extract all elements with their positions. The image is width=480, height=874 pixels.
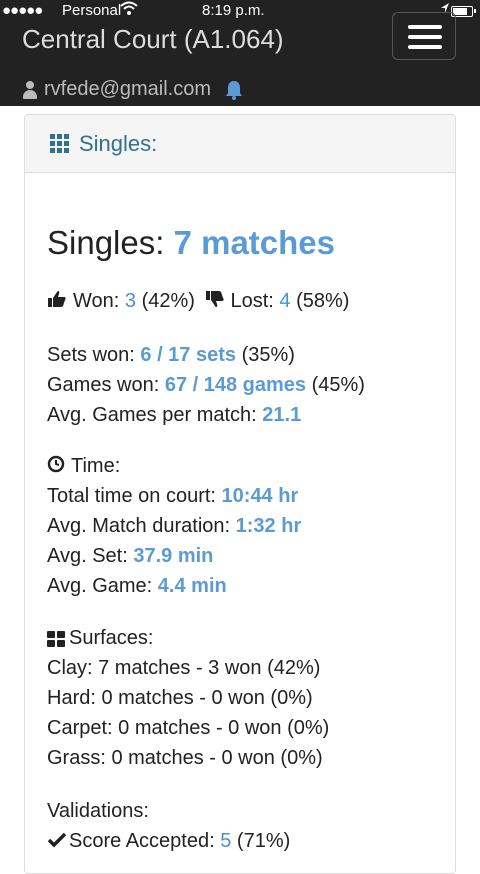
avg-game-row: Avg. Game: 4.4 min [47,575,227,597]
avg-set-row: Avg. Set: 37.9 min [47,545,214,567]
status-time: 8:19 p.m. [202,2,265,19]
bell-icon[interactable] [225,80,243,100]
title-matches: 7 matches [173,224,336,261]
page-title: Singles: 7 matches [47,224,335,262]
avg-games-row: Avg. Games per match: 21.1 [47,404,302,426]
time-heading: Time: [47,451,467,481]
lost-value: 4 [279,290,291,312]
games-value: 67 / 148 games [164,374,307,396]
user-row: rvfede@gmail.com [22,78,243,101]
check-icon [47,827,67,857]
thumbs-down-icon [205,287,225,317]
panel-heading: Singles: [25,115,455,173]
sets-section: Sets won: 6 / 17 sets (35%) Games won: 6… [47,340,467,430]
user-email[interactable]: rvfede@gmail.com [44,78,211,101]
user-icon [22,80,38,99]
avg-match-row: Avg. Match duration: 1:32 hr [47,515,302,537]
surface-grass: Grass: 0 matches - 0 won (0%) [47,747,323,769]
lost-pct: (58%) [296,290,350,312]
validations-heading: Validations: [47,800,149,822]
won-value: 3 [124,290,137,312]
thumbs-up-icon [47,287,67,317]
th-icon [50,134,69,153]
surface-clay: Clay: 7 matches - 3 won (42%) [47,657,321,679]
signal-dots: ●●●●● [2,2,43,19]
won-pct: (42%) [141,290,195,312]
won-lost-row: Won: 3 (42%) Lost: 4 (58%) [47,286,467,316]
wifi-icon [120,0,138,20]
surface-carpet: Carpet: 0 matches - 0 won (0%) [47,717,330,739]
menu-button[interactable] [392,12,456,60]
title-prefix: Singles: [47,224,165,261]
clock-icon [47,452,65,482]
time-section: Time: Total time on court: 10:44 hr Avg.… [47,451,467,601]
carrier-name: Personal [62,2,122,19]
won-label: Won: [73,290,120,312]
sets-value: 6 / 17 sets [140,344,237,366]
surface-hard: Hard: 0 matches - 0 won (0%) [47,687,313,709]
top-navbar: ●●●●● Personal 8:19 p.m. Central Court (… [0,0,480,106]
menu-icon [408,25,442,29]
sets-won-row: Sets won: 6 / 17 sets (35%) [47,344,295,366]
panel-heading-label: Singles: [79,130,158,156]
surfaces-section: Surfaces: Clay: 7 matches - 3 won (42%) … [47,623,467,773]
app-title[interactable]: Central Court (A1.064) [22,24,284,55]
games-won-row: Games won: 67 / 148 games (45%) [47,374,365,396]
validations-section: Validations: Score Accepted: 5 (71%) [47,796,467,856]
lost-label: Lost: [230,290,274,312]
th-large-icon [47,630,65,647]
surfaces-heading: Surfaces: [47,623,467,653]
avg-games-value: 21.1 [262,404,302,426]
total-time-row: Total time on court: 10:44 hr [47,485,299,507]
